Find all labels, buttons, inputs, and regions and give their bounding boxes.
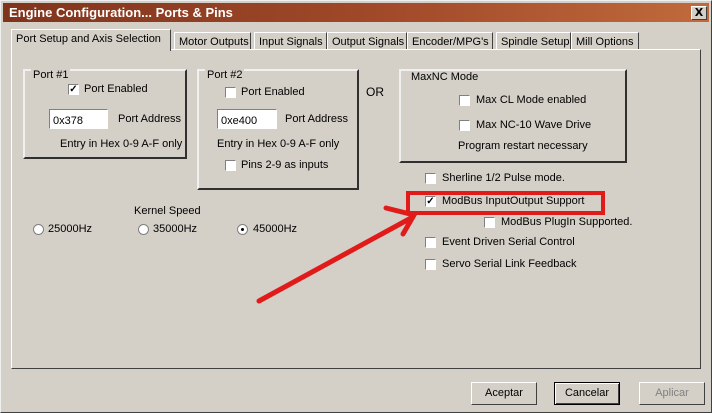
port2-address-input[interactable] xyxy=(217,109,277,129)
maxnc-wave-label: Max NC-10 Wave Drive xyxy=(476,119,592,131)
window-title: Engine Configuration... Ports & Pins xyxy=(9,5,233,20)
port1-enabled-label: Port Enabled xyxy=(84,83,148,95)
servo-serial-label: Servo Serial Link Feedback xyxy=(442,258,577,270)
port2-address-label: Port Address xyxy=(285,113,348,125)
kernel-45000-radio[interactable] xyxy=(237,224,248,235)
tab-input-signals[interactable]: Input Signals xyxy=(254,32,327,50)
port2-enabled-label: Port Enabled xyxy=(241,86,305,98)
kernel-35000-radio[interactable] xyxy=(138,224,149,235)
annotation-highlight-box xyxy=(406,191,605,215)
annotation-arrow-shaft xyxy=(256,215,414,304)
maxnc-restart-note: Program restart necessary xyxy=(458,140,588,152)
port2-enabled-checkbox[interactable] xyxy=(225,87,236,98)
annotation-arrow xyxy=(256,205,418,304)
port2-title: Port #2 xyxy=(205,69,245,81)
accept-button[interactable]: Aceptar xyxy=(471,382,537,405)
kernel-35000-label: 35000Hz xyxy=(153,223,198,235)
maxnc-wave-checkbox[interactable] xyxy=(459,120,470,131)
maxnc-cl-checkbox[interactable] xyxy=(459,95,470,106)
port2-pins-label: Pins 2-9 as inputs xyxy=(241,159,329,171)
maxnc-cl-label: Max CL Mode enabled xyxy=(476,94,587,106)
close-button[interactable]: X xyxy=(691,6,707,20)
maxnc-title: MaxNC Mode xyxy=(409,71,481,83)
tab-mill-options[interactable]: Mill Options xyxy=(571,32,639,50)
port2-pins-checkbox[interactable] xyxy=(225,160,236,171)
port1-title: Port #1 xyxy=(31,69,71,81)
modbus-plugin-checkbox[interactable] xyxy=(484,217,495,228)
sherline-checkbox[interactable] xyxy=(425,173,436,184)
kernel-25000-radio[interactable] xyxy=(33,224,44,235)
tab-port-setup[interactable]: Port Setup and Axis Selection xyxy=(11,29,171,51)
event-serial-label: Event Driven Serial Control xyxy=(442,236,575,248)
tab-motor-outputs[interactable]: Motor Outputs xyxy=(174,32,251,50)
tab-output-signals[interactable]: Output Signals xyxy=(327,32,407,50)
title-bar[interactable]: Engine Configuration... Ports & Pins X xyxy=(3,3,709,22)
modbus-plugin-label: ModBus PlugIn Supported. xyxy=(501,216,633,228)
kernel-speed-title: Kernel Speed xyxy=(134,205,201,217)
apply-button[interactable]: Aplicar xyxy=(639,382,705,405)
tab-encoder-mpg[interactable]: Encoder/MPG's xyxy=(407,32,493,50)
sherline-label: Sherline 1/2 Pulse mode. xyxy=(442,172,565,184)
tab-spindle-setup[interactable]: Spindle Setup xyxy=(496,32,571,50)
engine-config-window: Engine Configuration... Ports & Pins X P… xyxy=(0,0,712,413)
port1-address-input[interactable] xyxy=(49,109,108,129)
kernel-25000-label: 25000Hz xyxy=(48,223,93,235)
port1-hint: Entry in Hex 0-9 A-F only xyxy=(60,138,183,150)
port2-hint: Entry in Hex 0-9 A-F only xyxy=(217,138,340,150)
or-label: OR xyxy=(366,85,384,99)
port1-address-label: Port Address xyxy=(118,113,181,125)
cancel-button[interactable]: Cancelar xyxy=(554,382,620,405)
radio-selected-dot xyxy=(241,228,244,231)
port1-enabled-checkbox[interactable]: ✓ xyxy=(68,84,79,95)
